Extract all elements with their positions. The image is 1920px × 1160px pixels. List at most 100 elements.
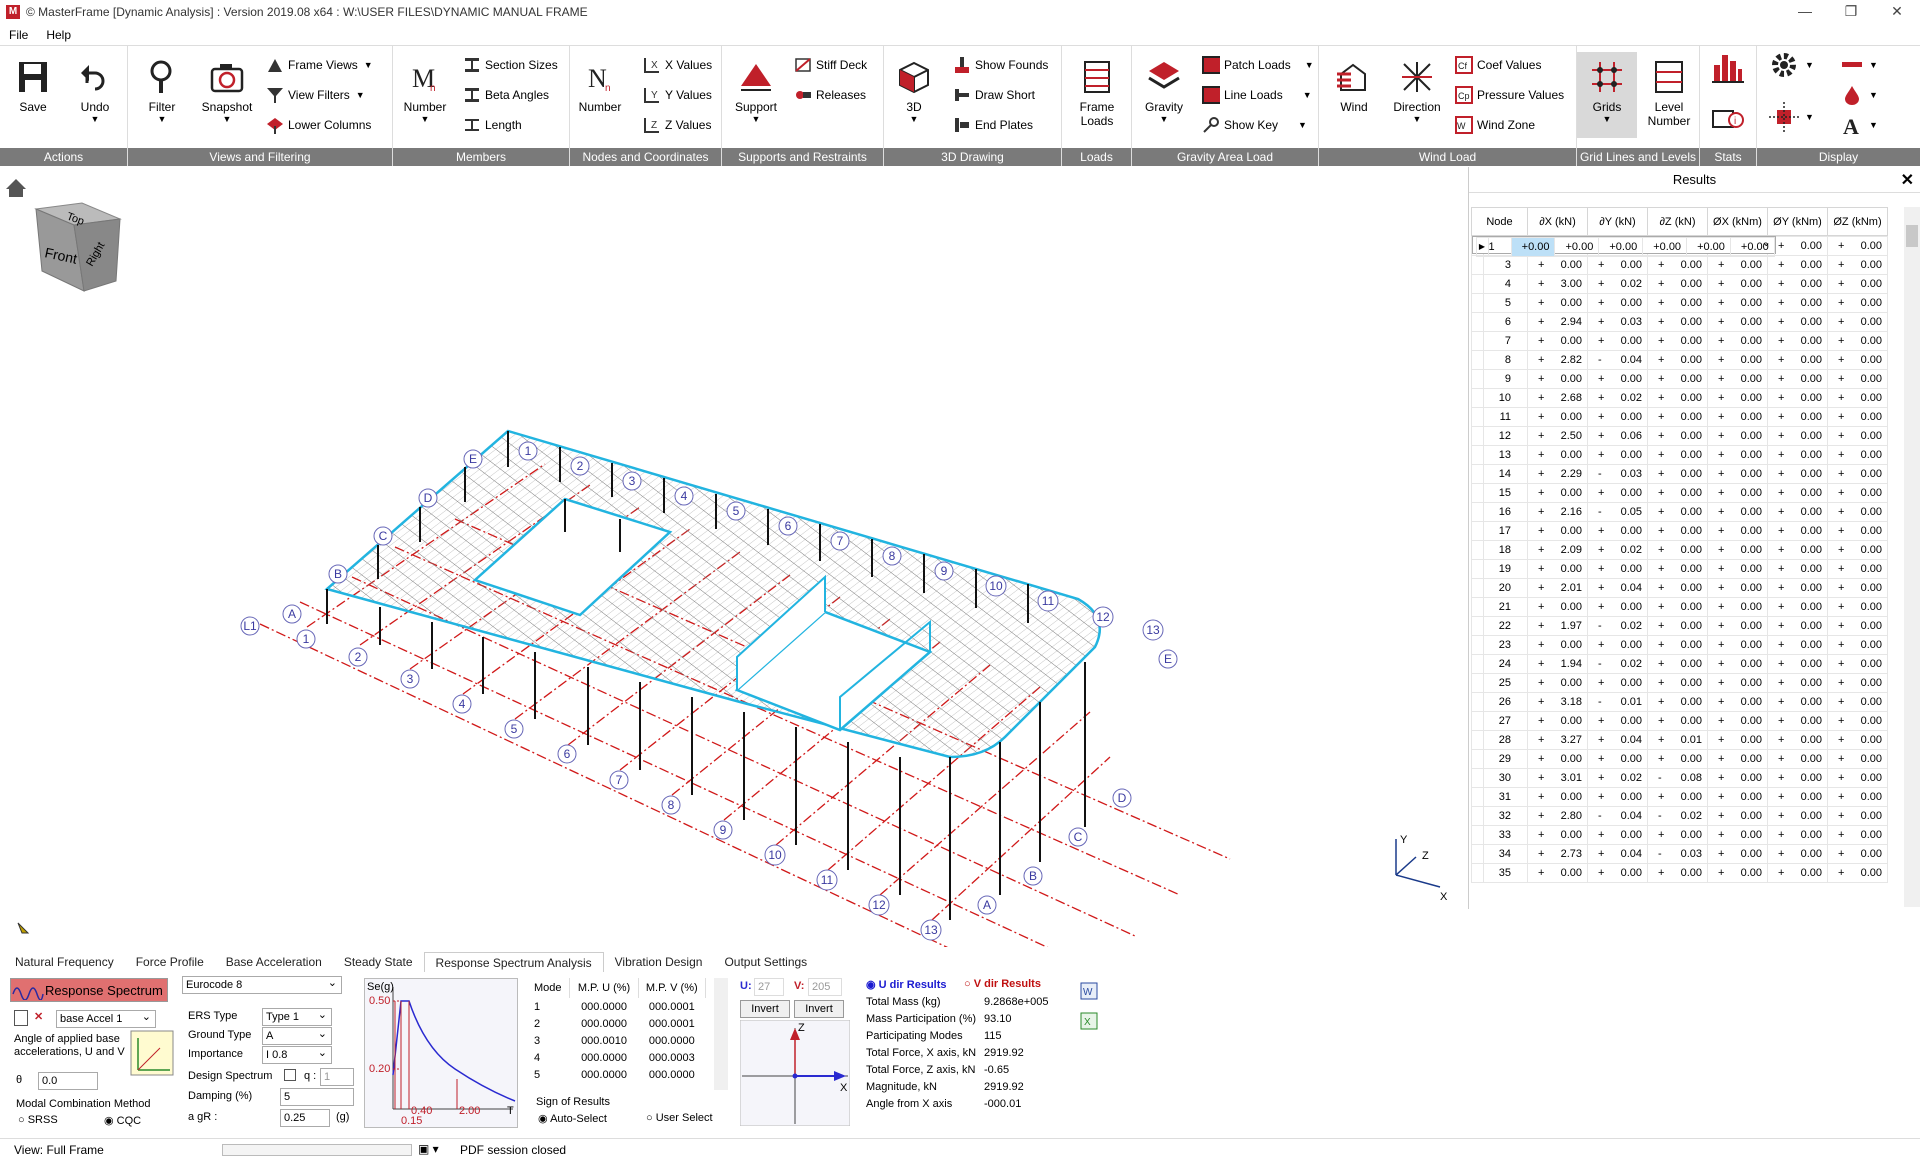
result-cell[interactable]: +2.94 [1527,312,1588,332]
result-cell[interactable]: +0.00 [1767,274,1828,294]
result-cell[interactable]: +0.00 [1587,255,1648,275]
q-input[interactable]: 1 [320,1068,354,1086]
show-key-button[interactable]: Show Key ▼ [1202,114,1307,136]
stiff-deck-button[interactable]: Stiff Deck [794,54,867,76]
result-cell[interactable]: +0.00 [1587,407,1648,427]
result-cell[interactable]: +0.00 [1707,616,1768,636]
result-cell[interactable]: +0.00 [1707,369,1768,389]
result-cell[interactable]: +0.00 [1707,331,1768,351]
result-cell[interactable]: +0.00 [1827,312,1888,332]
result-cell[interactable]: +0.00 [1767,407,1828,427]
display-line-button[interactable]: ▼ [1841,54,1878,76]
table-row[interactable]: 15 +0.00 +0.00 +0.00 +0.00 +0.00 +0.00 [1471,483,1888,503]
result-cell[interactable]: +0.00 [1647,654,1708,674]
result-cell[interactable]: +0.00 [1647,863,1708,883]
level-number-button[interactable]: Level Number [1639,58,1699,128]
result-cell[interactable]: +0.02 [1587,540,1648,560]
table-row[interactable]: 10 +2.68 +0.02 +0.00 +0.00 +0.00 +0.00 [1471,388,1888,408]
result-cell[interactable]: +0.00 [1767,369,1828,389]
result-cell[interactable]: +0.00 [1767,863,1828,883]
result-cell[interactable]: +0.00 [1707,464,1768,484]
result-cell[interactable]: +0.00 [1707,559,1768,579]
modes-col-header[interactable]: M.P. V (%) [638,978,707,998]
frame-views-button[interactable]: Frame Views ▼ [266,54,373,76]
result-cell[interactable]: +0.00 [1767,559,1828,579]
z-values-button[interactable]: ZZ Values [643,114,711,136]
table-row[interactable]: 26 +3.18-0.01 +0.00 +0.00 +0.00 +0.00 [1471,692,1888,712]
result-cell[interactable]: +0.00 [1647,483,1708,503]
maximize-icon[interactable]: ❐ [1828,0,1874,24]
result-cell[interactable]: +0.02 [1587,274,1648,294]
result-cell[interactable]: +0.00 [1587,749,1648,769]
v-dir-radio[interactable]: ○ V dir Results [964,978,1041,990]
line-loads-button[interactable]: Line Loads ▼ [1202,84,1312,106]
result-cell[interactable]: +0.00 [1527,825,1588,845]
result-cell[interactable]: +0.00 [1767,711,1828,731]
result-cell[interactable]: +2.01 [1527,578,1588,598]
result-cell[interactable]: +0.00 [1767,825,1828,845]
table-row[interactable]: 24 +1.94-0.02 +0.00 +0.00 +0.00 +0.00 [1471,654,1888,674]
base-accel-select[interactable]: base Accel 1 [56,1009,156,1028]
table-row[interactable]: 14 +2.29-0.03 +0.00 +0.00 +0.00 +0.00 [1471,464,1888,484]
importance-select[interactable]: I 0.8 [262,1045,332,1064]
result-cell[interactable]: -0.08 [1647,768,1708,788]
result-cell[interactable]: -0.02 [1587,616,1648,636]
result-cell[interactable]: +0.00 [1827,502,1888,522]
results-col-header[interactable]: ØZ (kNm) [1827,207,1888,236]
result-cell[interactable]: +0.00 [1827,407,1888,427]
result-cell[interactable]: +0.00 [1707,597,1768,617]
result-cell[interactable]: +0.06 [1587,426,1648,446]
table-row[interactable]: 33 +0.00 +0.00 +0.00 +0.00 +0.00 +0.00 [1471,825,1888,845]
result-cell[interactable]: +0.00 [1587,787,1648,807]
mode-row[interactable]: 5 000.0000 000.0000 [530,1066,706,1083]
modes-table[interactable]: Mode M.P. U (%) M.P. V (%) 1 000.0000 000.00… [530,978,707,1083]
wind-zone-button[interactable]: W Wind Zone [1455,114,1535,136]
stats-info-button[interactable]: i [1712,108,1744,130]
result-cell[interactable]: +0.00 [1527,559,1588,579]
display-node-button[interactable]: ▼ [1769,102,1814,132]
result-cell[interactable]: +0.00 [1767,426,1828,446]
result-cell[interactable]: -0.05 [1587,502,1648,522]
result-cell[interactable]: +0.00 [1647,559,1708,579]
beta-angles-button[interactable]: Beta Angles [463,84,549,106]
result-cell[interactable]: +0.00 [1767,293,1828,313]
result-cell[interactable]: +0.00 [1767,502,1828,522]
result-cell[interactable]: +0.00 [1827,749,1888,769]
result-cell[interactable]: +0.00 [1707,654,1768,674]
table-row[interactable]: 18 +2.09 +0.02 +0.00 +0.00 +0.00 +0.00 [1471,540,1888,560]
result-cell[interactable]: +0.00 [1587,673,1648,693]
result-cell[interactable]: +0.00 [1827,559,1888,579]
gravity-button[interactable]: Gravity ▼ [1134,58,1194,124]
result-cell[interactable]: +0.00 [1827,711,1888,731]
result-cell[interactable]: +0.00 [1647,616,1708,636]
result-cell[interactable]: +0.00 [1707,635,1768,655]
result-cell[interactable]: +0.00 [1767,768,1828,788]
auto-select-radio[interactable]: ◉ Auto-Select [538,1112,607,1125]
result-cell[interactable]: +0.00 [1767,255,1828,275]
result-cell[interactable]: +0.00 [1587,521,1648,541]
result-cell[interactable]: +0.00 [1510,237,1556,257]
result-cell[interactable]: +0.00 [1647,578,1708,598]
result-cell[interactable]: +0.00 [1647,350,1708,370]
result-cell[interactable]: +0.00 [1827,388,1888,408]
user-select-radio[interactable]: ○ User Select [646,1112,713,1124]
results-col-header[interactable]: ∂Y (kN) [1587,207,1648,236]
result-cell[interactable]: +0.00 [1827,863,1888,883]
minimize-icon[interactable]: — [1782,0,1828,24]
table-row[interactable]: 13 +0.00 +0.00 +0.00 +0.00 +0.00 +0.00 [1471,445,1888,465]
display-settings-button[interactable]: ▼ [1769,53,1814,77]
result-cell[interactable]: +0.00 [1707,787,1768,807]
result-cell[interactable]: +0.02 [1587,768,1648,788]
frame-3d-view[interactable]: Top Front Right 1 2 3 4 5 6 7 8 9 10 11 … [0,167,1468,992]
result-cell[interactable]: +0.00 [1647,426,1708,446]
mode-row[interactable]: 3 000.0010 000.0000 [530,1032,706,1049]
result-cell[interactable]: +0.00 [1647,825,1708,845]
result-cell[interactable]: +0.00 [1647,787,1708,807]
table-row[interactable]: 19 +0.00 +0.00 +0.00 +0.00 +0.00 +0.00 [1471,559,1888,579]
code-select[interactable]: Eurocode 8 [182,975,342,994]
result-cell[interactable]: +0.00 [1729,237,1775,257]
result-cell[interactable]: +0.00 [1827,464,1888,484]
result-cell[interactable]: +0.00 [1527,407,1588,427]
result-cell[interactable]: -0.02 [1587,654,1648,674]
table-row[interactable]: 29 +0.00 +0.00 +0.00 +0.00 +0.00 +0.00 [1471,749,1888,769]
